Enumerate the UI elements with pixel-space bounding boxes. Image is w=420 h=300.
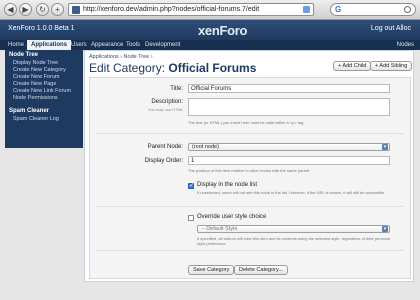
address-bar[interactable]: http://xenforo.dev/admin.php?nodes/offic… [68, 3, 314, 16]
browser-toolbar: ◀ ▶ ↻ + http://xenforo.dev/admin.php?nod… [0, 0, 420, 20]
back-icon[interactable]: ◀ [4, 3, 17, 16]
admin-header: XenForo 1.0.0 Beta 1 xenForo Log out All… [0, 20, 420, 40]
override-style-label: Override user style choice [197, 214, 267, 220]
google-icon: G [335, 5, 342, 14]
forward-icon[interactable]: ▶ [19, 3, 32, 16]
override-style-checkbox[interactable] [188, 215, 194, 221]
sidebar-item-create-page[interactable]: Create New Page [5, 81, 83, 88]
favicon-icon [72, 6, 80, 14]
display-order-hint: The position of this item relative to ot… [188, 168, 311, 173]
style-select[interactable]: -- Default Style ▾ [197, 225, 390, 233]
sidebar-heading-node-tree: Node Tree [9, 52, 39, 58]
chevron-down-icon: ▾ [382, 226, 388, 232]
display-in-list-hint: If unselected, users will not see this n… [197, 190, 386, 195]
reload-icon[interactable]: ↻ [36, 3, 49, 16]
parent-node-select[interactable]: (root node) ▾ [188, 143, 390, 151]
divider [96, 206, 404, 207]
chevron-down-icon: ▾ [382, 144, 388, 150]
sidebar-item-create-forum[interactable]: Create New Forum [5, 74, 83, 81]
add-bookmark-icon[interactable]: + [51, 3, 64, 16]
delete-category-button[interactable]: Delete Category... [234, 265, 288, 275]
sidebar-item-create-category[interactable]: Create New Category [5, 67, 83, 74]
style-hint: If specified, all visitors will view thi… [197, 236, 391, 246]
save-category-button[interactable]: Save Category [188, 265, 235, 275]
parent-node-label: Parent Node: [147, 144, 183, 150]
search-icon[interactable] [404, 6, 411, 13]
logout-link[interactable]: Log out Alloc [371, 25, 411, 32]
breadcrumb[interactable]: Applications › Node Tree › [89, 54, 153, 60]
xenforo-logo[interactable]: xenForo [198, 23, 247, 38]
nodes-label: Nodes [396, 42, 414, 48]
main-tabs: Home Applications Users Appearance Tools… [0, 40, 420, 50]
description-sublabel: You may use HTML [148, 107, 183, 112]
description-hint: The text (or HTML) you insert here must … [188, 120, 305, 125]
sidebar-item-create-link-forum[interactable]: Create New Link Forum [5, 88, 83, 95]
sidebar-item-display-node-tree[interactable]: Display Node Tree [5, 60, 83, 67]
add-child-button[interactable]: + Add Child [333, 61, 372, 71]
page-title-name: Official Forums [168, 61, 257, 75]
style-select-value: -- Default Style [201, 226, 238, 232]
content-panel: Applications › Node Tree › Edit Category… [84, 50, 414, 282]
page-title: Edit Category: Official Forums [89, 61, 256, 75]
rss-icon[interactable] [303, 6, 310, 13]
tab-home[interactable]: Home [4, 40, 28, 50]
sidebar: Node Tree Display Node Tree Create New C… [5, 50, 83, 148]
description-textarea[interactable] [188, 98, 390, 116]
display-in-list-checkbox[interactable] [188, 182, 194, 189]
page-title-prefix: Edit Category: [89, 61, 169, 75]
sidebar-item-node-permissions[interactable]: Node Permissions [5, 95, 83, 102]
tab-applications[interactable]: Applications [27, 40, 72, 50]
title-label: Title: [170, 86, 183, 92]
search-field[interactable]: G [330, 3, 416, 16]
divider [96, 250, 404, 251]
tab-development[interactable]: Development [141, 40, 184, 50]
description-label: Description: [151, 99, 183, 105]
title-input[interactable]: Official Forums [188, 84, 390, 93]
add-sibling-button[interactable]: + Add Sibling [370, 61, 413, 71]
divider [96, 133, 404, 134]
sidebar-heading-spam-cleaner: Spam Cleaner [9, 108, 50, 114]
display-in-list-label: Display in the node list [197, 182, 258, 188]
sidebar-item-spam-cleaner-log[interactable]: Spam Cleaner Log [5, 116, 83, 123]
display-order-label: Display Order: [144, 158, 183, 164]
display-order-input[interactable]: 1 [188, 156, 390, 165]
parent-node-value: (root node) [192, 144, 219, 150]
edit-form: Title: Official Forums Description: You … [89, 77, 411, 279]
address-url: http://xenforo.dev/admin.php?nodes/offic… [83, 6, 260, 13]
version-label: XenForo 1.0.0 Beta 1 [8, 25, 75, 32]
